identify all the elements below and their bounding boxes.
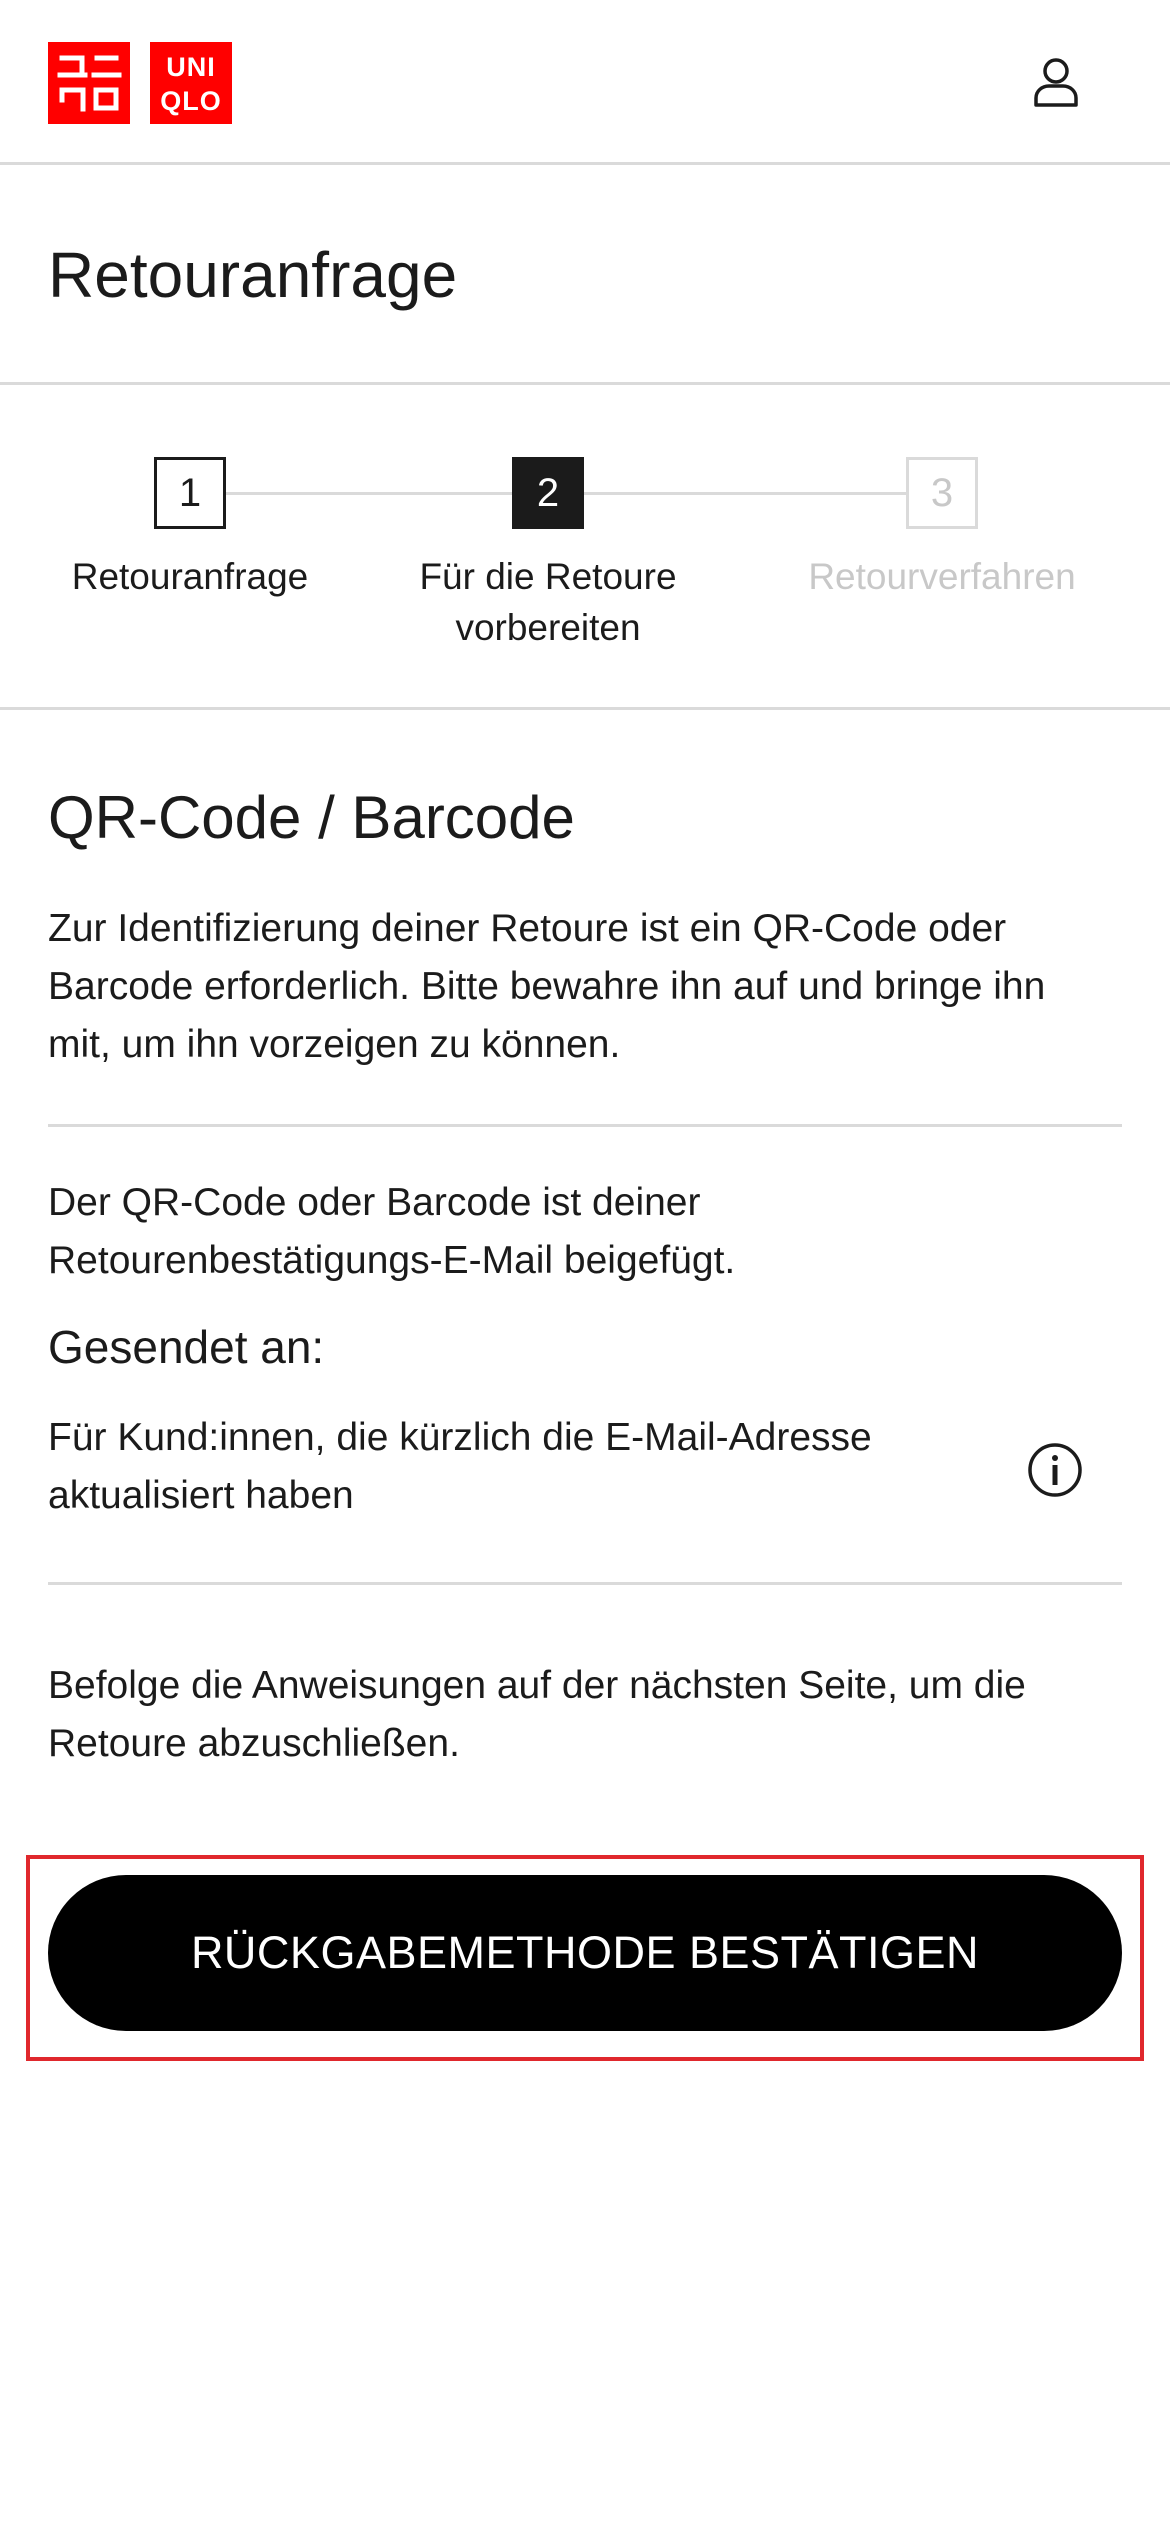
step-1: 1 Retouranfrage — [10, 457, 370, 602]
sent-to-label: Gesendet an: — [48, 1321, 325, 1373]
step-2-label-line2: vorbereiten — [455, 607, 641, 648]
attached-line-2: Retourenbestätigungs-E-Mail beigefügt. — [48, 1239, 736, 1282]
uniqlo-logo[interactable]: ユニ UNI QLO — [48, 42, 232, 124]
step-3-number: 3 — [906, 457, 978, 529]
step-2-label: Für die Retoure vorbereiten — [368, 551, 728, 653]
updated-email-line-1: Für Kund:innen, die kürzlich die E-Mail-… — [48, 1416, 872, 1459]
site-header: ユニ UNI QLO — [0, 0, 1170, 165]
confirm-return-method-button[interactable]: RÜCKGABEMETHODE BESTÄTIGEN — [48, 1875, 1122, 2031]
attached-text: Der QR-Code oder Barcode ist deiner Reto… — [48, 1174, 1122, 1290]
step-2-number: 2 — [512, 457, 584, 529]
step-1-number: 1 — [154, 457, 226, 529]
step-1-label: Retouranfrage — [71, 556, 309, 597]
logo-latin-glyphs: UNI QLO — [160, 52, 222, 116]
account-button[interactable] — [1014, 50, 1098, 118]
logo-katakana-block: ユニ — [48, 42, 130, 124]
svg-text:UNI: UNI — [166, 52, 216, 82]
updated-email-line-2: aktualisiert haben — [48, 1474, 354, 1517]
logo-latin-block: UNI QLO — [150, 42, 232, 124]
intro-line-1: Zur Identifizierung deiner Retoure ist e… — [48, 907, 1007, 950]
page-title: Retouranfrage — [48, 239, 458, 311]
intro-line-3: mit, um ihn vorzeigen zu können. — [48, 1023, 621, 1066]
step-3-label: Retourverfahren — [808, 556, 1076, 597]
divider — [48, 1124, 1122, 1127]
attached-line-1: Der QR-Code oder Barcode ist deiner — [48, 1181, 701, 1224]
follow-instructions-text: Befolge die Anweisungen auf der nächsten… — [48, 1657, 1122, 1773]
info-icon — [1023, 1443, 1087, 1506]
section-title: QR-Code / Barcode — [48, 784, 575, 851]
svg-text:QLO: QLO — [160, 86, 222, 116]
follow-line-2: Retoure abzuschließen. — [48, 1722, 460, 1765]
page-title-section: Retouranfrage — [0, 165, 1170, 385]
user-icon — [1032, 56, 1080, 113]
intro-text: Zur Identifizierung deiner Retoure ist e… — [48, 900, 1122, 1074]
follow-line-1: Befolge die Anweisungen auf der nächsten… — [48, 1664, 1026, 1707]
step-2-label-line1: Für die Retoure — [419, 556, 677, 597]
progress-stepper: 1 Retouranfrage 2 Für die Retoure vorber… — [0, 385, 1170, 710]
step-2: 2 Für die Retoure vorbereiten — [368, 457, 728, 653]
logo-katakana-glyphs — [57, 55, 122, 112]
intro-line-2: Barcode erforderlich. Bitte bewahre ihn … — [48, 965, 1046, 1008]
updated-email-text: Für Kund:innen, die kürzlich die E-Mail-… — [48, 1409, 1008, 1525]
step-3: 3 Retourverfahren — [762, 457, 1122, 602]
divider — [48, 1582, 1122, 1585]
info-button[interactable] — [1023, 1438, 1087, 1502]
